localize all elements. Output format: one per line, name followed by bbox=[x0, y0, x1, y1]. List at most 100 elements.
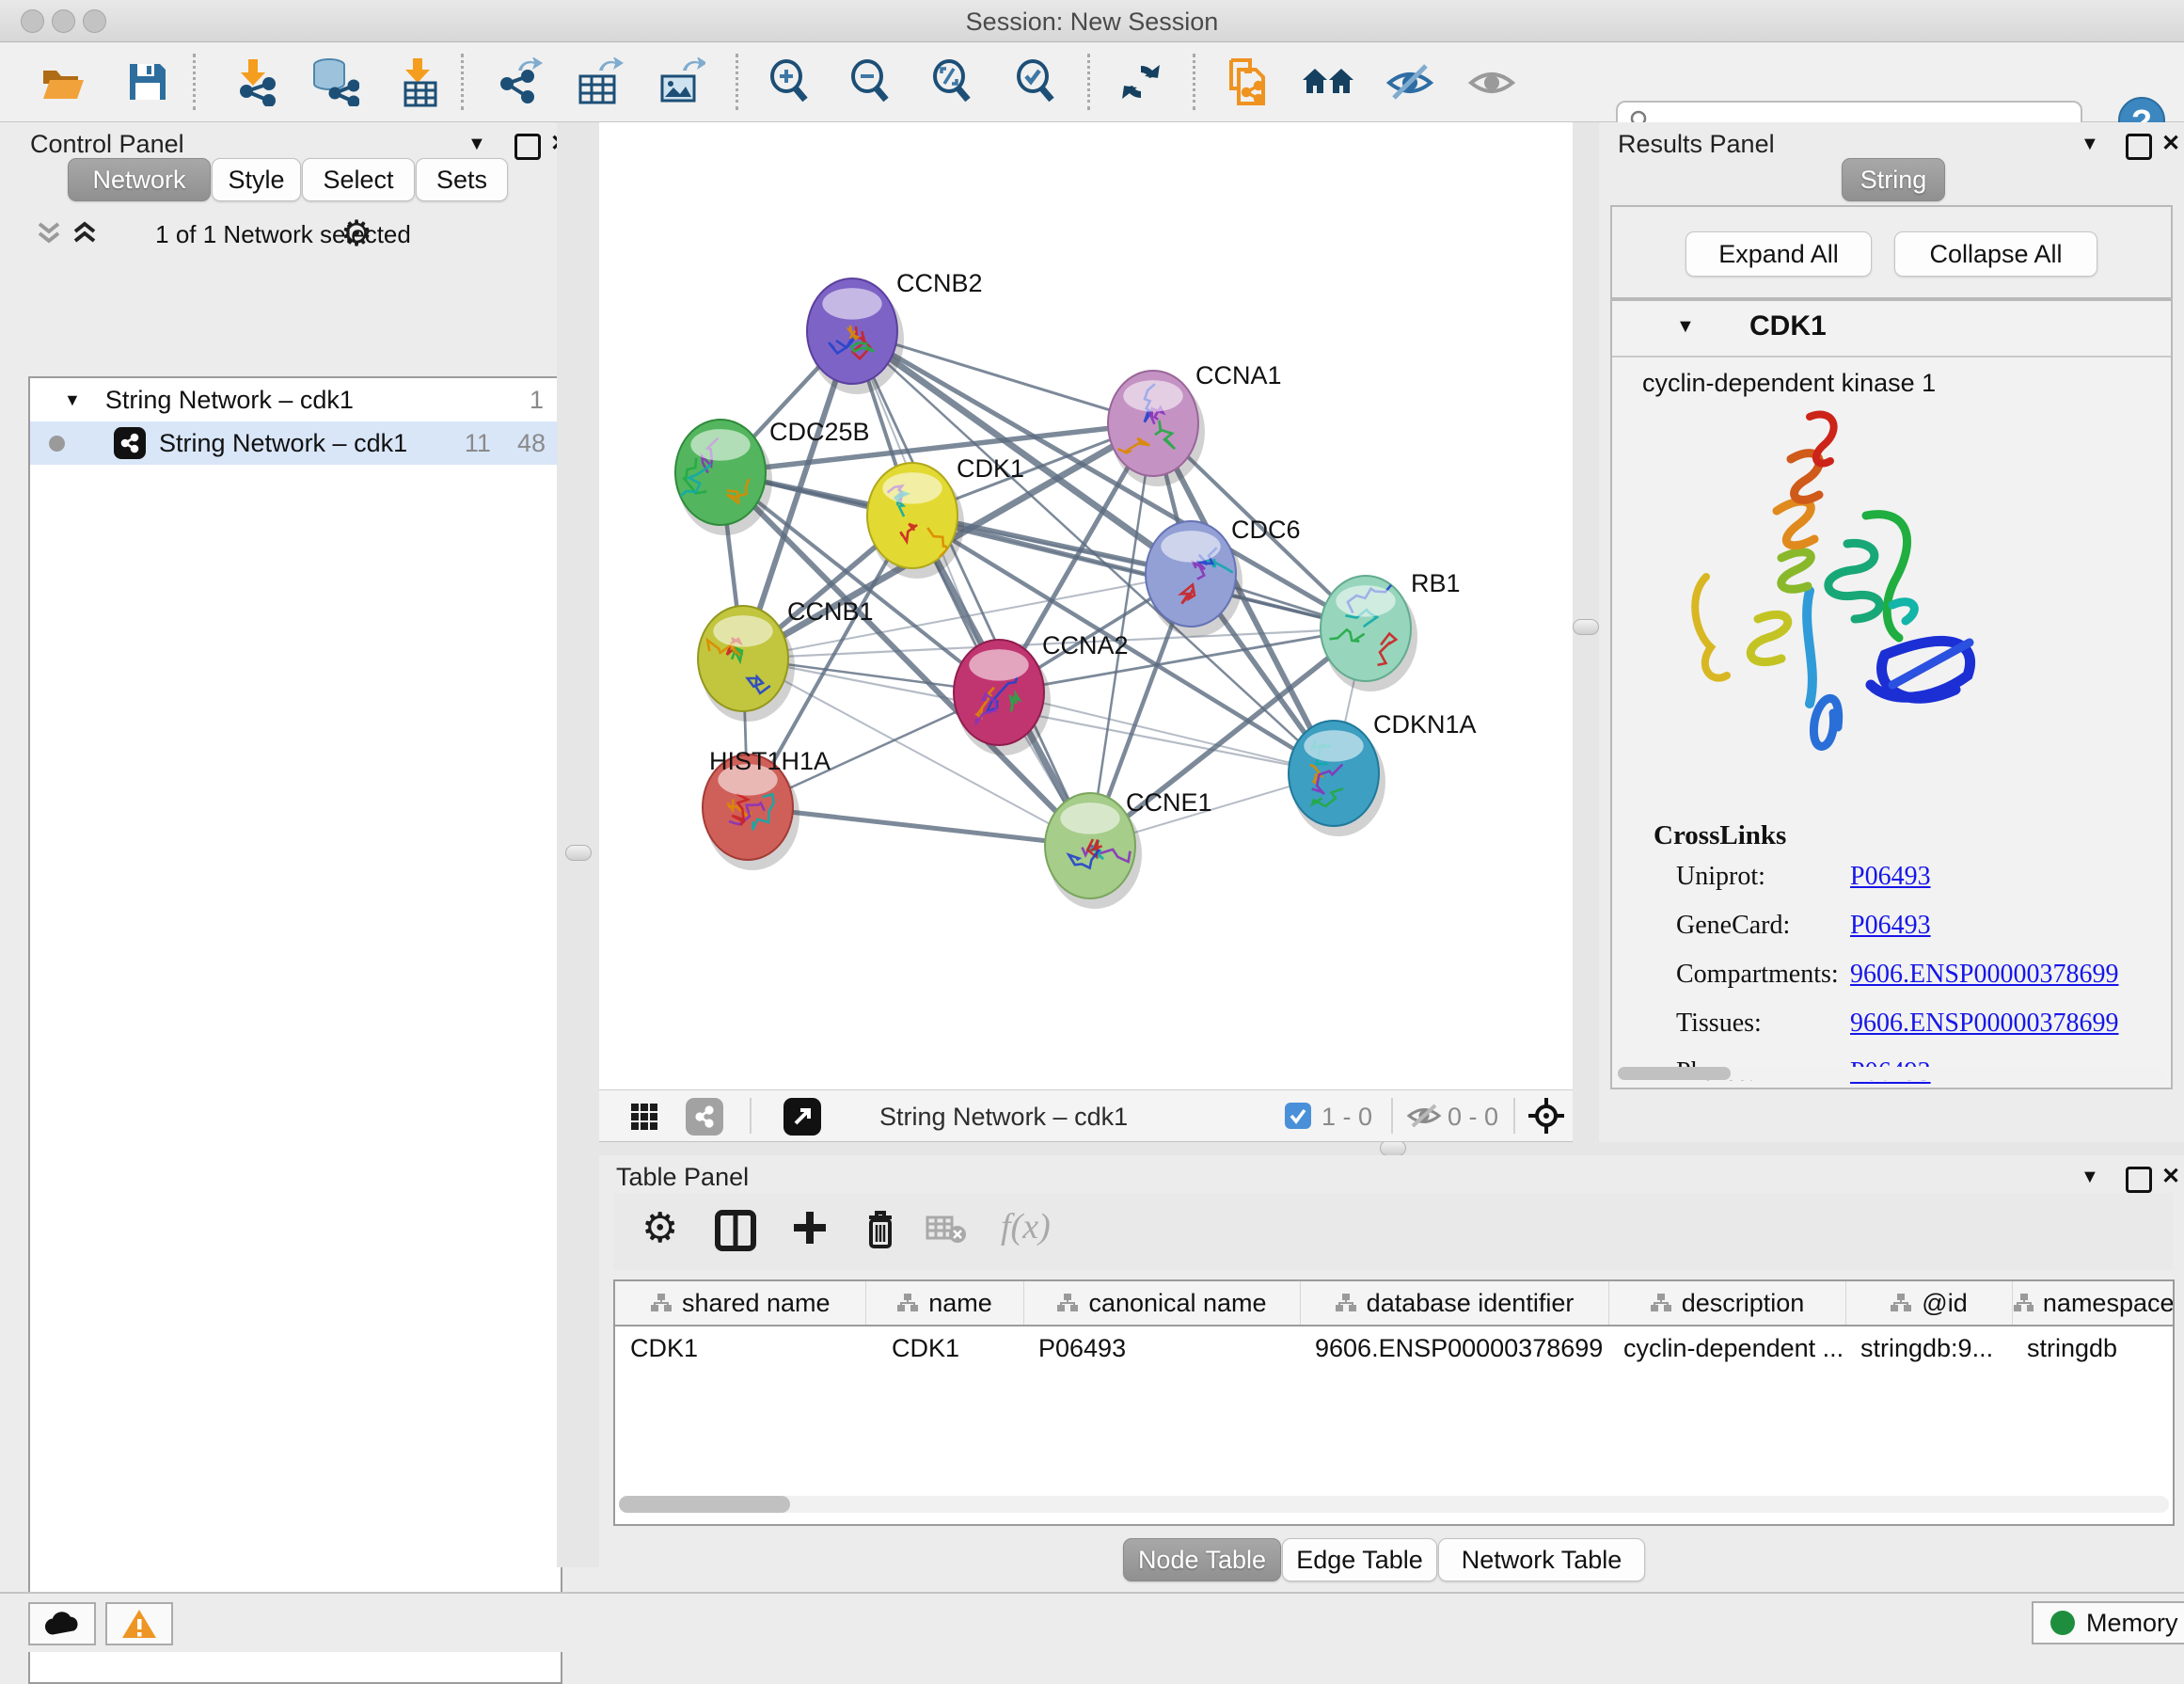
panel-float-icon[interactable] bbox=[2126, 134, 2152, 160]
table-cell[interactable]: CDK1 bbox=[865, 1326, 1023, 1370]
memory-button[interactable]: Memory bbox=[2032, 1601, 2184, 1644]
network-node-ccna1[interactable]: CCNA1 bbox=[1108, 361, 1282, 486]
selected-checkbox-icon[interactable] bbox=[1284, 1102, 1312, 1135]
panel-close-icon[interactable]: ✕ bbox=[2161, 1163, 2180, 1190]
tab-node-table[interactable]: Node Table bbox=[1123, 1538, 1281, 1581]
cloud-button[interactable] bbox=[28, 1602, 96, 1645]
column-header-name[interactable]: name bbox=[865, 1281, 1023, 1326]
delete-column-trash-icon[interactable] bbox=[860, 1206, 901, 1258]
function-builder-icon[interactable]: f(x) bbox=[1001, 1206, 1051, 1247]
warning-button[interactable] bbox=[105, 1602, 173, 1645]
crosslink-label: Uniprot: bbox=[1676, 862, 1850, 892]
crosslink-value-link[interactable]: P06493 bbox=[1850, 862, 1931, 892]
save-session-icon[interactable] bbox=[120, 52, 175, 112]
table-cell[interactable]: CDK1 bbox=[615, 1326, 865, 1370]
network-node-rb1[interactable]: RB1 bbox=[1321, 569, 1461, 691]
table-hscrollbar[interactable] bbox=[619, 1496, 2169, 1513]
zoom-selected-icon[interactable] bbox=[1009, 52, 1064, 112]
zoom-in-icon[interactable] bbox=[763, 52, 817, 112]
add-column-icon[interactable] bbox=[788, 1206, 831, 1258]
refresh-layout-icon[interactable] bbox=[1114, 52, 1168, 112]
tab-select[interactable]: Select bbox=[302, 158, 415, 201]
panel-menu-icon[interactable]: ▼ bbox=[467, 134, 486, 155]
export-network-icon[interactable] bbox=[491, 52, 546, 112]
zoom-fit-icon[interactable] bbox=[926, 52, 980, 112]
right-splitter[interactable] bbox=[1573, 122, 1599, 1142]
network-edge[interactable] bbox=[852, 331, 1090, 846]
tab-sets[interactable]: Sets bbox=[416, 158, 508, 201]
network-node-hist1h1a[interactable]: HIST1H1A bbox=[703, 747, 831, 870]
results-hscrollbar[interactable] bbox=[1618, 1067, 2165, 1080]
column-header-database-identifier[interactable]: database identifier bbox=[1300, 1281, 1608, 1326]
network-collection-row[interactable]: ▼ String Network – cdk1 1 bbox=[30, 378, 561, 421]
left-splitter-grip[interactable] bbox=[565, 845, 592, 861]
network-node-cdk1[interactable]: CDK1 bbox=[867, 454, 1024, 579]
network-node-cdkn1a[interactable]: CDKN1A bbox=[1289, 710, 1477, 836]
network-node-ccne1[interactable]: CCNE1 bbox=[1045, 788, 1212, 909]
export-image-icon[interactable] bbox=[654, 52, 708, 112]
node-card-caret[interactable]: ▼ bbox=[1676, 316, 1695, 338]
show-all-icon[interactable] bbox=[1464, 52, 1519, 112]
tab-string[interactable]: String bbox=[1842, 158, 1945, 201]
panel-float-icon[interactable] bbox=[514, 134, 541, 160]
tab-edge-table[interactable]: Edge Table bbox=[1282, 1538, 1437, 1581]
import-table-icon[interactable] bbox=[392, 52, 447, 112]
export-table-icon[interactable] bbox=[572, 52, 626, 112]
horizontal-splitter[interactable] bbox=[599, 1141, 2184, 1155]
network-node-ccnb2[interactable]: CCNB2 bbox=[807, 269, 983, 394]
open-session-icon[interactable] bbox=[37, 52, 91, 112]
birdseye-toggle-icon[interactable] bbox=[1527, 1096, 1566, 1140]
show-columns-icon[interactable] bbox=[715, 1210, 756, 1256]
import-network-database-icon[interactable] bbox=[307, 52, 361, 112]
table-cell[interactable]: 9606.ENSP00000378699 bbox=[1300, 1326, 1608, 1370]
column-header-canonical-name[interactable]: canonical name bbox=[1023, 1281, 1300, 1326]
detach-view-icon[interactable] bbox=[783, 1098, 821, 1136]
hide-selected-icon[interactable] bbox=[1383, 52, 1437, 112]
panel-menu-icon[interactable]: ▼ bbox=[2081, 1167, 2099, 1188]
first-neighbors-icon[interactable] bbox=[1301, 52, 1355, 112]
tab-network[interactable]: Network bbox=[68, 158, 211, 201]
table-hscroll-thumb[interactable] bbox=[619, 1496, 790, 1513]
expand-all-button[interactable]: Expand All bbox=[1685, 231, 1872, 277]
network-row-selected[interactable]: String Network – cdk1 11 48 bbox=[30, 421, 561, 465]
table-cell[interactable]: stringdb bbox=[2012, 1326, 2175, 1370]
import-network-file-icon[interactable] bbox=[228, 52, 282, 112]
hidden-eye-icon[interactable] bbox=[1406, 1102, 1442, 1135]
clone-network-icon[interactable] bbox=[1216, 52, 1271, 112]
horizontal-splitter-grip[interactable] bbox=[1380, 1140, 1406, 1156]
crosslink-value-link[interactable]: 9606.ENSP00000378699 bbox=[1850, 960, 2118, 990]
tab-network-table[interactable]: Network Table bbox=[1438, 1538, 1645, 1581]
results-hscroll-thumb[interactable] bbox=[1618, 1067, 1731, 1080]
column-header-namespace[interactable]: namespace bbox=[2012, 1281, 2175, 1326]
crosslink-value-link[interactable]: 9606.ENSP00000378699 bbox=[1850, 1009, 2118, 1039]
left-splitter[interactable] bbox=[557, 122, 599, 1567]
network-canvas[interactable]: CCNB2CCNA1CDC25BCDK1CDC6RB1CCNB1CCNA2CDK… bbox=[599, 122, 1573, 1089]
table-settings-gear-icon[interactable]: ⚙ bbox=[641, 1204, 678, 1252]
panel-float-icon[interactable] bbox=[2126, 1167, 2152, 1193]
right-splitter-grip[interactable] bbox=[1573, 619, 1599, 635]
network-node-count: 11 bbox=[465, 429, 491, 458]
string-view-icon[interactable] bbox=[686, 1098, 723, 1136]
table-row[interactable]: CDK1CDK1P064939606.ENSP00000378699cyclin… bbox=[615, 1326, 2175, 1370]
crosslink-value-link[interactable]: P06493 bbox=[1850, 911, 1931, 941]
panel-close-icon[interactable]: ✕ bbox=[2161, 130, 2180, 157]
tab-style[interactable]: Style bbox=[212, 158, 301, 201]
collapse-all-button[interactable]: Collapse All bbox=[1894, 231, 2097, 277]
table-cell[interactable]: stringdb:9... bbox=[1845, 1326, 2012, 1370]
network-options-gear-icon[interactable]: ⚙ bbox=[340, 213, 372, 255]
table-cell[interactable]: cyclin-dependent ... bbox=[1608, 1326, 1845, 1370]
column-header--id[interactable]: @id bbox=[1845, 1281, 2012, 1326]
node-card-header[interactable]: ▼ CDK1 bbox=[1612, 301, 2171, 357]
column-header-shared-name[interactable]: shared name bbox=[615, 1281, 865, 1326]
collection-expand-caret[interactable]: ▼ bbox=[64, 390, 81, 410]
node-label-cdc6: CDC6 bbox=[1231, 516, 1301, 544]
network-node-ccnb1[interactable]: CCNB1 bbox=[698, 597, 874, 722]
table-cell[interactable]: P06493 bbox=[1023, 1326, 1300, 1370]
network-node-cdc25b[interactable]: CDC25B bbox=[674, 418, 869, 535]
panel-menu-icon[interactable]: ▼ bbox=[2081, 134, 2099, 155]
zoom-out-icon[interactable] bbox=[844, 52, 898, 112]
grid-view-icon[interactable] bbox=[625, 1098, 663, 1136]
column-header-description[interactable]: description bbox=[1608, 1281, 1845, 1326]
node-table[interactable]: shared namenamecanonical namedatabase id… bbox=[615, 1281, 2175, 1370]
delete-table-icon[interactable] bbox=[926, 1214, 969, 1250]
